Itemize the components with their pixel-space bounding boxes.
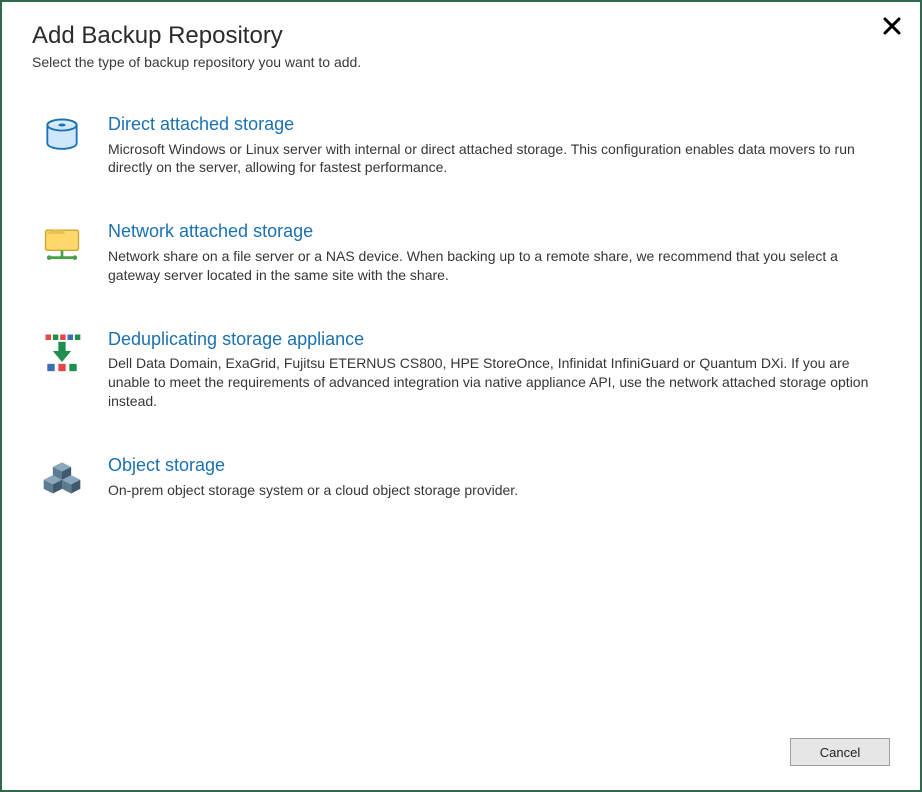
option-title: Direct attached storage <box>108 114 890 136</box>
add-backup-repository-dialog: Add Backup Repository Select the type of… <box>0 0 922 792</box>
dialog-footer: Cancel <box>790 738 890 766</box>
dedup-icon <box>40 329 84 373</box>
option-description: Microsoft Windows or Linux server with i… <box>108 140 888 178</box>
network-folder-icon <box>40 221 84 265</box>
cancel-button[interactable]: Cancel <box>790 738 890 766</box>
cube-stack-icon <box>40 455 84 499</box>
option-object-storage[interactable]: Object storage On-prem object storage sy… <box>40 455 890 499</box>
option-title: Deduplicating storage appliance <box>108 329 890 351</box>
disk-stack-icon <box>40 114 84 158</box>
option-deduplicating-storage-appliance[interactable]: Deduplicating storage appliance Dell Dat… <box>40 329 890 411</box>
option-title: Network attached storage <box>108 221 890 243</box>
close-button[interactable] <box>882 16 902 36</box>
option-network-attached-storage[interactable]: Network attached storage Network share o… <box>40 221 890 284</box>
option-title: Object storage <box>108 455 890 477</box>
repository-type-list: Direct attached storage Microsoft Window… <box>32 114 890 500</box>
close-icon <box>882 23 902 39</box>
option-description: Network share on a file server or a NAS … <box>108 247 888 285</box>
option-direct-attached-storage[interactable]: Direct attached storage Microsoft Window… <box>40 114 890 177</box>
dialog-title: Add Backup Repository <box>32 22 890 50</box>
option-description: Dell Data Domain, ExaGrid, Fujitsu ETERN… <box>108 354 888 411</box>
option-description: On-prem object storage system or a cloud… <box>108 481 888 500</box>
dialog-subtitle: Select the type of backup repository you… <box>32 54 890 70</box>
